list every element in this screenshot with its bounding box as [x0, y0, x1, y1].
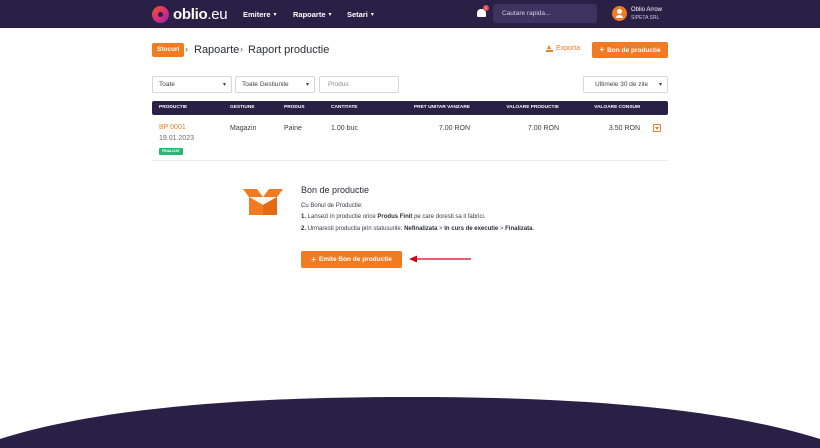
nav-rapoarte[interactable]: Rapoarte ▾	[293, 0, 332, 28]
emite-bon-productie-label: Emite Bon de productie	[318, 256, 392, 263]
chevron-down-icon: ▾	[305, 82, 309, 88]
notification-count-badge: 1	[483, 5, 489, 11]
status-badge: FINALIZAT	[159, 148, 183, 155]
nav-setari-label: Setari	[347, 9, 368, 19]
chevron-down-icon: ▾	[658, 82, 662, 88]
upload-icon	[546, 45, 553, 52]
plus-icon: +	[599, 45, 605, 54]
chevron-down-icon: ▾	[222, 82, 226, 88]
oblio-logo[interactable]: oblio.eu	[152, 5, 228, 23]
period-filter-select[interactable]: Ultimele 30 de zile ▾	[583, 76, 668, 93]
new-bon-productie-label: Bon de productie	[607, 46, 661, 54]
logo-text: oblio.eu	[173, 5, 228, 23]
doc-number-link[interactable]: BP 0001	[159, 124, 186, 131]
cell-warehouse: Magazin	[230, 125, 257, 132]
column-header-gestiune[interactable]: GESTIUNE	[230, 101, 255, 115]
period-filter-value: Ultimele 30 de zile	[594, 81, 649, 88]
cell-unit-price: 7.00 RON	[438, 125, 470, 132]
cell-production-value: 7.00 RON	[527, 125, 559, 132]
table-header: PRODUCTIE GESTIUNE PRODUS CANTITATE PRET…	[152, 101, 668, 115]
plus-icon: +	[311, 254, 316, 264]
row-divider	[152, 160, 668, 161]
column-header-cantitate[interactable]: CANTITATE	[331, 101, 357, 115]
column-header-productie[interactable]: PRODUCTIE	[159, 101, 187, 115]
info-title: Bon de productie	[301, 185, 370, 195]
column-header-valoare-productie[interactable]: VALOARE PRODUCTIE	[506, 101, 559, 115]
nav-setari[interactable]: Setari ▾	[347, 0, 374, 28]
info-step-1: 1. Lansezi in productie orice Produs Fin…	[301, 214, 486, 220]
user-company: SIPETA SRL	[631, 15, 660, 21]
logo-mark-icon	[152, 5, 169, 23]
chevron-down-icon: ▾	[273, 11, 277, 18]
row-actions-dropdown-icon[interactable]	[653, 124, 661, 132]
emite-bon-productie-button[interactable]: + Emite Bon de productie	[301, 251, 402, 268]
open-box-icon	[243, 189, 283, 215]
chevron-down-icon: ▾	[328, 11, 332, 18]
warehouse-filter-select[interactable]: Toate Gestiunile ▾	[235, 76, 315, 93]
info-step-2: 2. Urmaresti productia prin statusurile:…	[301, 226, 535, 232]
top-navbar: oblio.eu Emitere ▾ Rapoarte ▾ Setari ▾ 1…	[0, 0, 820, 28]
nav-emitere-label: Emitere	[243, 9, 271, 19]
user-avatar[interactable]	[612, 6, 627, 21]
cell-product: Paine	[284, 125, 302, 132]
chevron-down-icon: ▾	[370, 11, 374, 18]
cell-consumption-value: 3.50 RON	[608, 125, 640, 132]
quick-search-input[interactable]	[493, 4, 597, 23]
chevron-right-icon: ›	[240, 44, 243, 54]
notifications-bell-icon[interactable]: 1	[477, 5, 489, 18]
page-title: Raport productie	[248, 44, 330, 56]
breadcrumb-stocuri-badge[interactable]: Stocuri	[152, 43, 185, 57]
red-arrow-annotation-icon	[409, 255, 471, 263]
product-filter-input[interactable]	[319, 76, 399, 93]
new-bon-productie-button[interactable]: + Bon de productie	[592, 42, 668, 58]
nav-rapoarte-label: Rapoarte	[293, 9, 326, 19]
column-header-produs[interactable]: PRODUS	[284, 101, 305, 115]
chevron-right-icon: ›	[185, 44, 188, 54]
user-name[interactable]: Oblio Arrow	[631, 7, 662, 13]
cell-quantity: 1.00 buc	[331, 125, 358, 132]
export-label: Exporta	[556, 45, 581, 52]
export-button[interactable]: Exporta	[546, 45, 580, 52]
breadcrumb-rapoarte[interactable]: Rapoarte	[194, 44, 239, 56]
column-header-valoare-consum[interactable]: VALOARE CONSUM	[594, 101, 640, 115]
column-header-pret-unitar[interactable]: PRET UNITAR VANZARE	[414, 101, 470, 115]
doc-date: 19.01.2023	[159, 135, 195, 142]
warehouse-filter-value: Toate Gestiunile	[242, 81, 289, 88]
footer-wave-decoration	[0, 397, 820, 448]
info-intro: Cu Bonul de Productie:	[301, 203, 363, 209]
nav-emitere[interactable]: Emitere ▾	[243, 0, 277, 28]
type-filter-value: Toate	[159, 81, 175, 88]
type-filter-select[interactable]: Toate ▾	[152, 76, 232, 93]
